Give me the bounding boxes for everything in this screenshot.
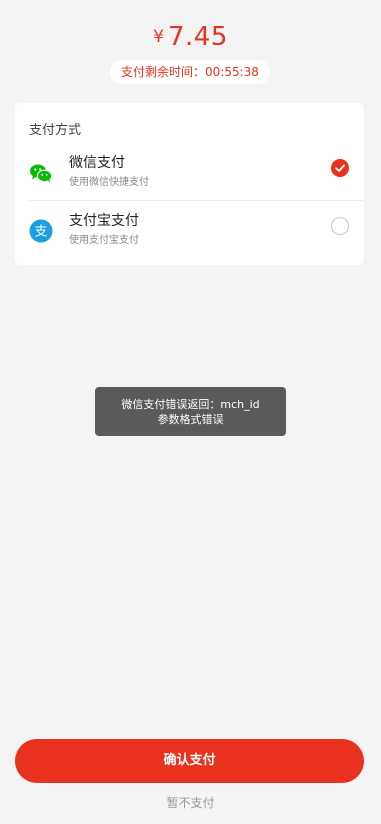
radio-unchecked-icon[interactable]	[331, 217, 349, 235]
countdown-badge: 支付剩余时间：00:55:38	[110, 60, 270, 84]
alipay-icon: 支	[29, 219, 53, 243]
confirm-payment-button[interactable]: 确认支付	[15, 739, 364, 783]
wechat-icon	[29, 161, 53, 185]
toast-line-2: 参数格式错误	[157, 413, 224, 426]
payment-method-wechat[interactable]: 微信支付 使用微信快捷支付	[15, 143, 364, 201]
payment-method-name: 微信支付	[69, 155, 125, 171]
payment-amount: 7.45	[167, 22, 228, 52]
toast-line-1: 微信支付错误返回：mch_id	[121, 398, 260, 411]
payment-method-desc: 使用微信快捷支付	[69, 177, 149, 188]
payment-method-desc: 使用支付宝支付	[69, 235, 139, 246]
currency-symbol: ¥	[153, 27, 164, 47]
payment-method-alipay[interactable]: 支 支付宝支付 使用支付宝支付	[15, 201, 364, 259]
radio-checked-icon[interactable]	[331, 159, 349, 177]
skip-payment-link[interactable]: 暂不支付	[0, 794, 381, 811]
svg-text:支: 支	[34, 225, 47, 240]
payment-methods-title: 支付方式	[29, 123, 82, 138]
payment-methods-card: 支付方式 微信支付 使用微信快捷支付 支 支付宝支付 使用支付宝支付	[15, 103, 364, 265]
amount-display: ¥7.45	[0, 22, 381, 52]
error-toast: 微信支付错误返回：mch_id 参数格式错误	[95, 387, 286, 436]
payment-method-name: 支付宝支付	[69, 213, 139, 229]
